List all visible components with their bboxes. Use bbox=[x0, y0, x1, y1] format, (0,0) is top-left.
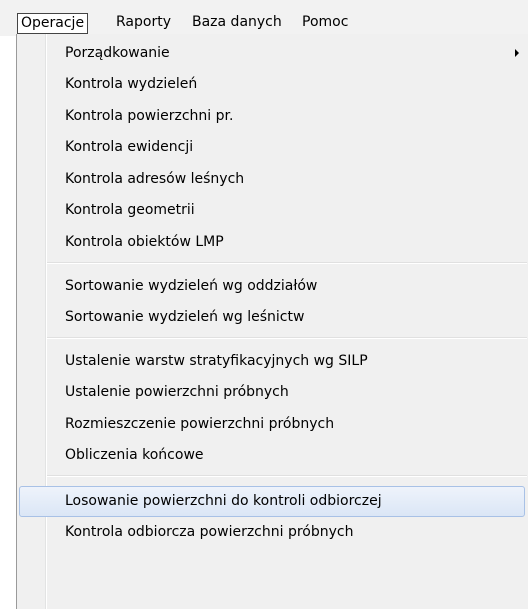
menu-bar: Operacje Raporty Baza danych Pomoc bbox=[0, 0, 528, 36]
menu-item-kontrola-ewidencji[interactable]: Kontrola ewidencji bbox=[19, 132, 525, 163]
menu-item-label: Kontrola adresów leśnych bbox=[65, 171, 245, 187]
menu-item-kontrola-powierzchni-pr[interactable]: Kontrola powierzchni pr. bbox=[19, 101, 525, 132]
menu-item-label: Kontrola odbiorcza powierzchni próbnych bbox=[65, 524, 354, 540]
menu-item-kontrola-geometrii[interactable]: Kontrola geometrii bbox=[19, 195, 525, 226]
menu-item-label: Obliczenia końcowe bbox=[65, 447, 204, 463]
menu-separator bbox=[47, 337, 527, 339]
menu-item-kontrola-adresow-lesnych[interactable]: Kontrola adresów leśnych bbox=[19, 164, 525, 195]
menu-item-label: Ustalenie powierzchni próbnych bbox=[65, 384, 289, 400]
menu-item-sortowanie-wg-oddzialow[interactable]: Sortowanie wydzieleń wg oddziałów bbox=[19, 271, 525, 302]
submenu-arrow-icon bbox=[515, 49, 519, 57]
operacje-dropdown-menu: Porządkowanie Kontrola wydzieleń Kontrol… bbox=[16, 34, 528, 609]
menu-separator bbox=[47, 262, 527, 264]
menu-item-ustalenie-powierzchni[interactable]: Ustalenie powierzchni próbnych bbox=[19, 377, 525, 408]
menu-item-sortowanie-wg-lesnictw[interactable]: Sortowanie wydzieleń wg leśnictw bbox=[19, 302, 525, 333]
menu-item-label: Porządkowanie bbox=[65, 45, 170, 61]
menu-pomoc[interactable]: Pomoc bbox=[299, 13, 351, 34]
menu-raporty[interactable]: Raporty bbox=[113, 13, 174, 34]
menu-item-label: Ustalenie warstw stratyfikacyjnych wg SI… bbox=[65, 353, 368, 369]
menu-item-obliczenia-koncowe[interactable]: Obliczenia końcowe bbox=[19, 440, 525, 471]
menu-item-label: Sortowanie wydzieleń wg leśnictw bbox=[65, 309, 305, 325]
menu-item-ustalenie-warstw[interactable]: Ustalenie warstw stratyfikacyjnych wg SI… bbox=[19, 346, 525, 377]
menu-item-losowanie-powierzchni[interactable]: Losowanie powierzchni do kontroli odbior… bbox=[19, 486, 525, 517]
menu-item-label: Rozmieszczenie powierzchni próbnych bbox=[65, 416, 335, 432]
menu-item-rozmieszczenie-powierzchni[interactable]: Rozmieszczenie powierzchni próbnych bbox=[19, 409, 525, 440]
menu-item-kontrola-odbiorcza[interactable]: Kontrola odbiorcza powierzchni próbnych bbox=[19, 517, 525, 548]
menu-item-kontrola-wydzielen[interactable]: Kontrola wydzieleń bbox=[19, 69, 525, 100]
menu-item-label: Kontrola ewidencji bbox=[65, 139, 194, 155]
menu-separator bbox=[47, 475, 527, 477]
menu-baza-danych[interactable]: Baza danych bbox=[189, 13, 285, 34]
menu-item-label: Kontrola powierzchni pr. bbox=[65, 108, 234, 124]
menu-item-label: Sortowanie wydzieleń wg oddziałów bbox=[65, 278, 318, 294]
menu-item-kontrola-obiektow-lmp[interactable]: Kontrola obiektów LMP bbox=[19, 227, 525, 258]
menu-item-porzadkowanie[interactable]: Porządkowanie bbox=[19, 38, 525, 69]
menu-item-label: Kontrola wydzieleń bbox=[65, 76, 198, 92]
menu-item-label: Kontrola obiektów LMP bbox=[65, 234, 224, 250]
menu-operacje[interactable]: Operacje bbox=[17, 13, 89, 34]
menu-item-label: Kontrola geometrii bbox=[65, 202, 195, 218]
menu-item-label: Losowanie powierzchni do kontroli odbior… bbox=[65, 493, 382, 509]
